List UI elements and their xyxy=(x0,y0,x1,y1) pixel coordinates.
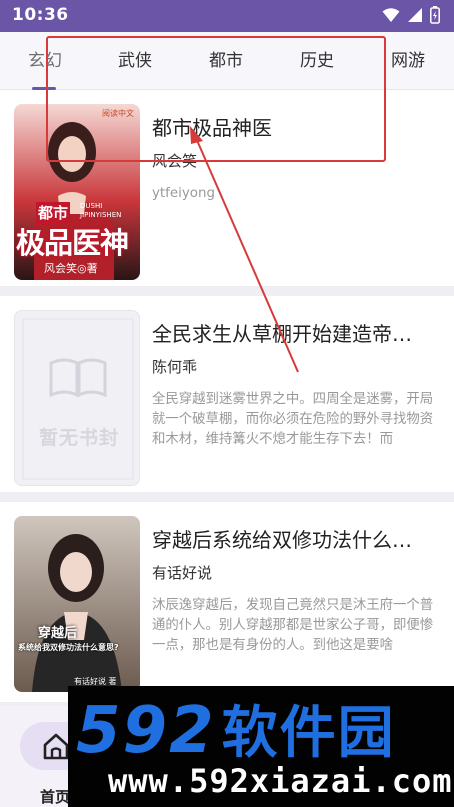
battery-icon xyxy=(430,6,440,24)
book-card[interactable]: 阅读中文 都市 DUSHI JIPINYISHEN 极品医神 风会笑◎著 都市极… xyxy=(0,90,454,286)
cover-publisher: 阅读中文 xyxy=(102,109,134,118)
book-title[interactable]: 穿越后系统给双修功法什么… xyxy=(152,524,440,553)
site-watermark: 592 软件园 www.592xiazai.com xyxy=(68,686,454,807)
category-tabs: 玄幻 武侠 都市 历史 网游 xyxy=(0,32,454,90)
status-icons xyxy=(382,6,440,24)
book-description: 全民穿越到迷雾世界之中。四周全是迷雾，开局就一个破草棚，而你必须在危险的野外寻找… xyxy=(152,392,434,447)
cover-placeholder-text: 暂无书封 xyxy=(39,427,120,449)
wifi-icon xyxy=(382,8,400,22)
book-card[interactable]: 穿越后 系统给我双修功法什么意思? 有话好说 著 穿越后系统给双修功法什么… 有… xyxy=(0,502,454,702)
book-author: 有话好说 xyxy=(152,564,213,582)
cover-author-tag: 风会笑◎著 xyxy=(44,262,98,275)
cover-line2: 系统给我双修功法什么意思? xyxy=(18,643,119,652)
signal-icon xyxy=(408,8,422,22)
book-title[interactable]: 都市极品神医 xyxy=(152,112,440,141)
tab-wangyou[interactable]: 网游 xyxy=(373,32,443,90)
book-cover: 阅读中文 都市 DUSHI JIPINYISHEN 极品医神 风会笑◎著 xyxy=(14,104,140,280)
tab-wuxia[interactable]: 武侠 xyxy=(100,32,170,90)
book-author: 陈何乖 xyxy=(152,358,198,376)
book-placeholder-icon xyxy=(22,318,134,480)
cover-main-text: 极品医神 xyxy=(16,226,129,260)
book-author: 风会笑 xyxy=(152,152,198,170)
watermark-brand: 592 软件园 xyxy=(76,688,396,769)
status-time: 10:36 xyxy=(12,5,69,25)
cover-pinyin: DUSHI JIPINYISHEN xyxy=(80,202,122,219)
tab-dushi[interactable]: 都市 xyxy=(191,32,261,90)
tab-xuanhuan[interactable]: 玄幻 xyxy=(10,32,80,90)
cover-line1: 穿越后 xyxy=(38,626,78,641)
book-title[interactable]: 全民求生从草棚开始建造帝… xyxy=(152,318,440,347)
book-description: 沐辰逸穿越后，发现自己竟然只是沐王府一个普通的仆人。别人穿越那都是世家公子哥，即… xyxy=(152,598,434,653)
watermark-brand-cn: 软件园 xyxy=(221,701,396,766)
book-description: ytfeiyong xyxy=(152,186,215,201)
watermark-url: www.592xiazai.com xyxy=(108,762,453,800)
book-card[interactable]: 暂无书封 全民求生从草棚开始建造帝… 陈何乖 全民穿越到迷雾世界之中。四周全是迷… xyxy=(0,296,454,492)
book-cover: 穿越后 系统给我双修功法什么意思? 有话好说 著 xyxy=(14,516,140,692)
watermark-brand-number: 592 xyxy=(76,694,216,768)
status-bar: 10:36 xyxy=(0,0,454,32)
tab-lishi[interactable]: 历史 xyxy=(282,32,352,90)
nav-home-label: 首页 xyxy=(40,788,71,806)
book-cover: 暂无书封 xyxy=(14,310,140,486)
home-icon xyxy=(43,733,69,760)
